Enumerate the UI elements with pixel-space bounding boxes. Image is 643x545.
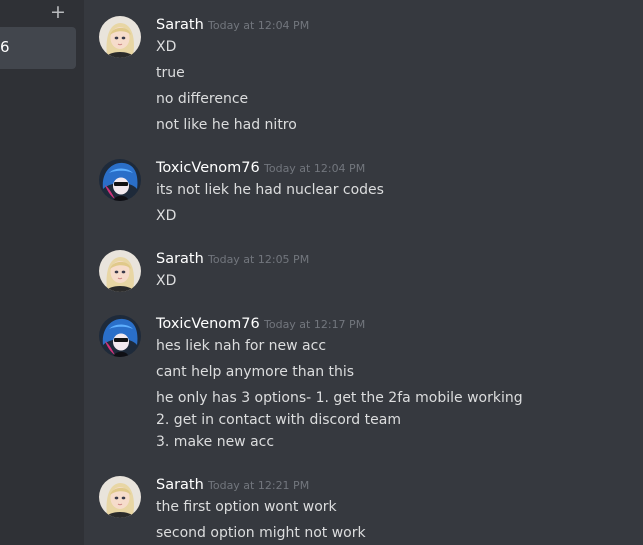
message-line: XD bbox=[156, 208, 177, 224]
message-timestamp: Today at 12:04 PM bbox=[208, 19, 310, 32]
message-timestamp: Today at 12:21 PM bbox=[208, 479, 310, 492]
selected-channel-item[interactable] bbox=[0, 27, 76, 69]
message-line: no difference bbox=[156, 91, 249, 107]
message-line: hes liek nah for new acc bbox=[156, 338, 327, 354]
message-timestamp: Today at 12:04 PM bbox=[264, 162, 366, 175]
message-line: not like he had nitro bbox=[156, 117, 297, 133]
message-line: 3. make new acc bbox=[156, 434, 275, 450]
message-timestamp: Today at 12:17 PM bbox=[264, 318, 366, 331]
message-author[interactable]: Sarath bbox=[156, 250, 204, 268]
message-line: second option might not work bbox=[156, 525, 366, 541]
message-author[interactable]: ToxicVenom76 bbox=[156, 315, 260, 333]
message-line: XD bbox=[156, 39, 177, 55]
chat-messages: Sarath Today at 12:04 PM XD true no diff… bbox=[84, 0, 643, 545]
message-line: its not liek he had nuclear codes bbox=[156, 182, 384, 198]
message-author[interactable]: Sarath bbox=[156, 476, 204, 494]
add-icon[interactable]: + bbox=[50, 2, 66, 22]
message-line: the first option wont work bbox=[156, 499, 337, 515]
selected-channel-label: 6 bbox=[0, 38, 10, 56]
message-line: he only has 3 options- 1. get the 2fa mo… bbox=[156, 390, 523, 406]
toxicvenom-avatar[interactable] bbox=[99, 315, 141, 357]
message-line: true bbox=[156, 65, 185, 81]
message-line: XD bbox=[156, 273, 177, 289]
message-line: 2. get in contact with discord team bbox=[156, 412, 401, 428]
channel-sidebar: + 6 bbox=[0, 0, 84, 545]
message-author[interactable]: Sarath bbox=[156, 16, 204, 34]
toxicvenom-avatar[interactable] bbox=[99, 159, 141, 201]
message-line: cant help anymore than this bbox=[156, 364, 355, 380]
message-author[interactable]: ToxicVenom76 bbox=[156, 159, 260, 177]
sarath-avatar[interactable] bbox=[99, 250, 141, 292]
sarath-avatar[interactable] bbox=[99, 16, 141, 58]
sarath-avatar[interactable] bbox=[99, 476, 141, 518]
message-timestamp: Today at 12:05 PM bbox=[208, 253, 310, 266]
